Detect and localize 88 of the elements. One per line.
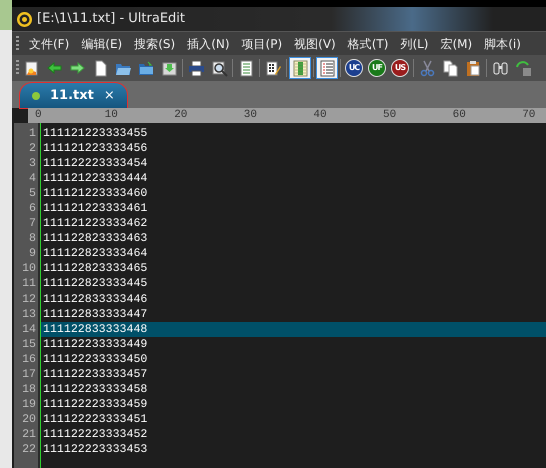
ruler-number: 50: [383, 108, 396, 123]
line-number: 10: [21, 261, 37, 276]
code-line[interactable]: 111122223333452: [41, 426, 546, 442]
circle-badge-button[interactable]: US: [389, 57, 411, 79]
menu-item[interactable]: 列(L): [394, 34, 434, 52]
hex-edit-icon: [264, 60, 282, 76]
column-mode-icon: [292, 60, 308, 76]
code-line[interactable]: 111121223333461: [41, 201, 546, 216]
forward-arrow-icon: [68, 60, 86, 76]
file-tab[interactable]: 11.txt ×: [20, 83, 127, 108]
menu-item[interactable]: 宏(M): [434, 34, 478, 52]
line-number: 13: [21, 306, 37, 322]
line-number: 6: [28, 201, 37, 216]
code-line[interactable]: 111122233333458: [41, 382, 546, 397]
ruler-number: 40: [313, 108, 327, 123]
line-number: 11: [21, 276, 37, 292]
scissors-icon: [418, 60, 436, 76]
script-icon: [22, 60, 40, 76]
line-number: 9: [28, 246, 37, 262]
line-number: 15: [21, 336, 37, 352]
line-number: 14: [21, 322, 37, 337]
document-list-icon: [238, 60, 254, 76]
code-line[interactable]: 111122223333453: [41, 442, 546, 458]
code-line[interactable]: 111122223333451: [41, 412, 546, 427]
code-line[interactable]: 111122233333450: [41, 352, 546, 367]
line-number: 16: [21, 352, 37, 367]
code-line[interactable]: 111122223333459: [41, 396, 546, 412]
code-line[interactable]: 111122823333465: [41, 261, 546, 276]
menu-item[interactable]: 编辑(E): [75, 34, 128, 52]
code-line[interactable]: 111121223333460: [41, 186, 546, 202]
line-number: 3: [28, 156, 37, 172]
code-line[interactable]: 111121223333456: [41, 141, 546, 156]
replace-icon: [514, 60, 532, 76]
close-icon[interactable]: ×: [104, 86, 115, 106]
copy-icon: [442, 60, 458, 76]
save-icon: [160, 60, 178, 76]
modified-dot-icon: [32, 92, 40, 100]
line-number: 22: [21, 442, 37, 458]
ruler-number: 70: [522, 108, 536, 123]
binoculars-icon: [492, 60, 508, 76]
back-arrow-icon: [46, 60, 62, 76]
menu-item[interactable]: 视图(V): [288, 34, 342, 52]
line-number: 7: [28, 216, 37, 232]
code-line[interactable]: 111122823333445: [41, 276, 546, 292]
menu-item[interactable]: 文件(F): [23, 34, 76, 52]
window-title: [E:\1\11.txt] - UltraEdit: [37, 10, 185, 28]
code-line[interactable]: 111122833333446: [41, 292, 546, 307]
circle-badge-button[interactable]: UC: [343, 57, 365, 79]
line-number: 17: [21, 366, 37, 382]
line-number: 2: [28, 141, 37, 156]
line-number: 5: [28, 186, 37, 202]
line-number: 18: [21, 382, 37, 397]
code-line[interactable]: 111122833333447: [41, 306, 546, 322]
line-numbers-button[interactable]: [316, 57, 338, 79]
clipboard-icon: [464, 60, 482, 76]
line-number: 1: [28, 126, 37, 142]
menu-item[interactable]: 搜索(S): [128, 34, 182, 52]
code-line[interactable]: 111122823333463: [41, 231, 546, 246]
line-number: 19: [21, 396, 37, 412]
circle-badge-button[interactable]: UF: [366, 57, 388, 79]
ruler-number: 10: [104, 108, 118, 123]
code-line[interactable]: 111122233333457: [41, 366, 546, 382]
folder-icon: [138, 60, 154, 76]
line-number: 12: [21, 292, 37, 307]
code-line[interactable]: 111121223333462: [41, 216, 546, 232]
code-line[interactable]: 111122233333449: [41, 336, 546, 352]
tab-label: 11.txt: [50, 86, 94, 105]
print-preview-icon: [210, 60, 228, 76]
line-number: 20: [21, 412, 37, 427]
line-numbers-icon: [318, 60, 336, 76]
line-number: 21: [21, 426, 37, 442]
ruler-number: 0: [35, 108, 42, 123]
menu-item[interactable]: 脚本(i): [478, 34, 527, 52]
column-mode-button[interactable]: [289, 57, 311, 79]
menu-item[interactable]: 插入(N): [181, 34, 236, 52]
printer-icon: [188, 60, 204, 76]
code-line[interactable]: 111121223333455: [41, 126, 546, 142]
app-logo-icon: [16, 10, 33, 28]
line-number: 8: [28, 231, 37, 246]
ruler-number: 20: [174, 108, 188, 123]
menu-item[interactable]: 格式(T): [342, 34, 394, 52]
ruler-number: 60: [452, 108, 466, 123]
code-line[interactable]: 111122223333454: [41, 156, 546, 172]
code-line[interactable]: 111121223333444: [41, 171, 546, 186]
ruler-number: 30: [244, 108, 257, 123]
code-line[interactable]: 111122823333464: [41, 246, 546, 262]
line-number: 4: [28, 171, 37, 186]
menu-item[interactable]: 项目(P): [236, 34, 288, 52]
